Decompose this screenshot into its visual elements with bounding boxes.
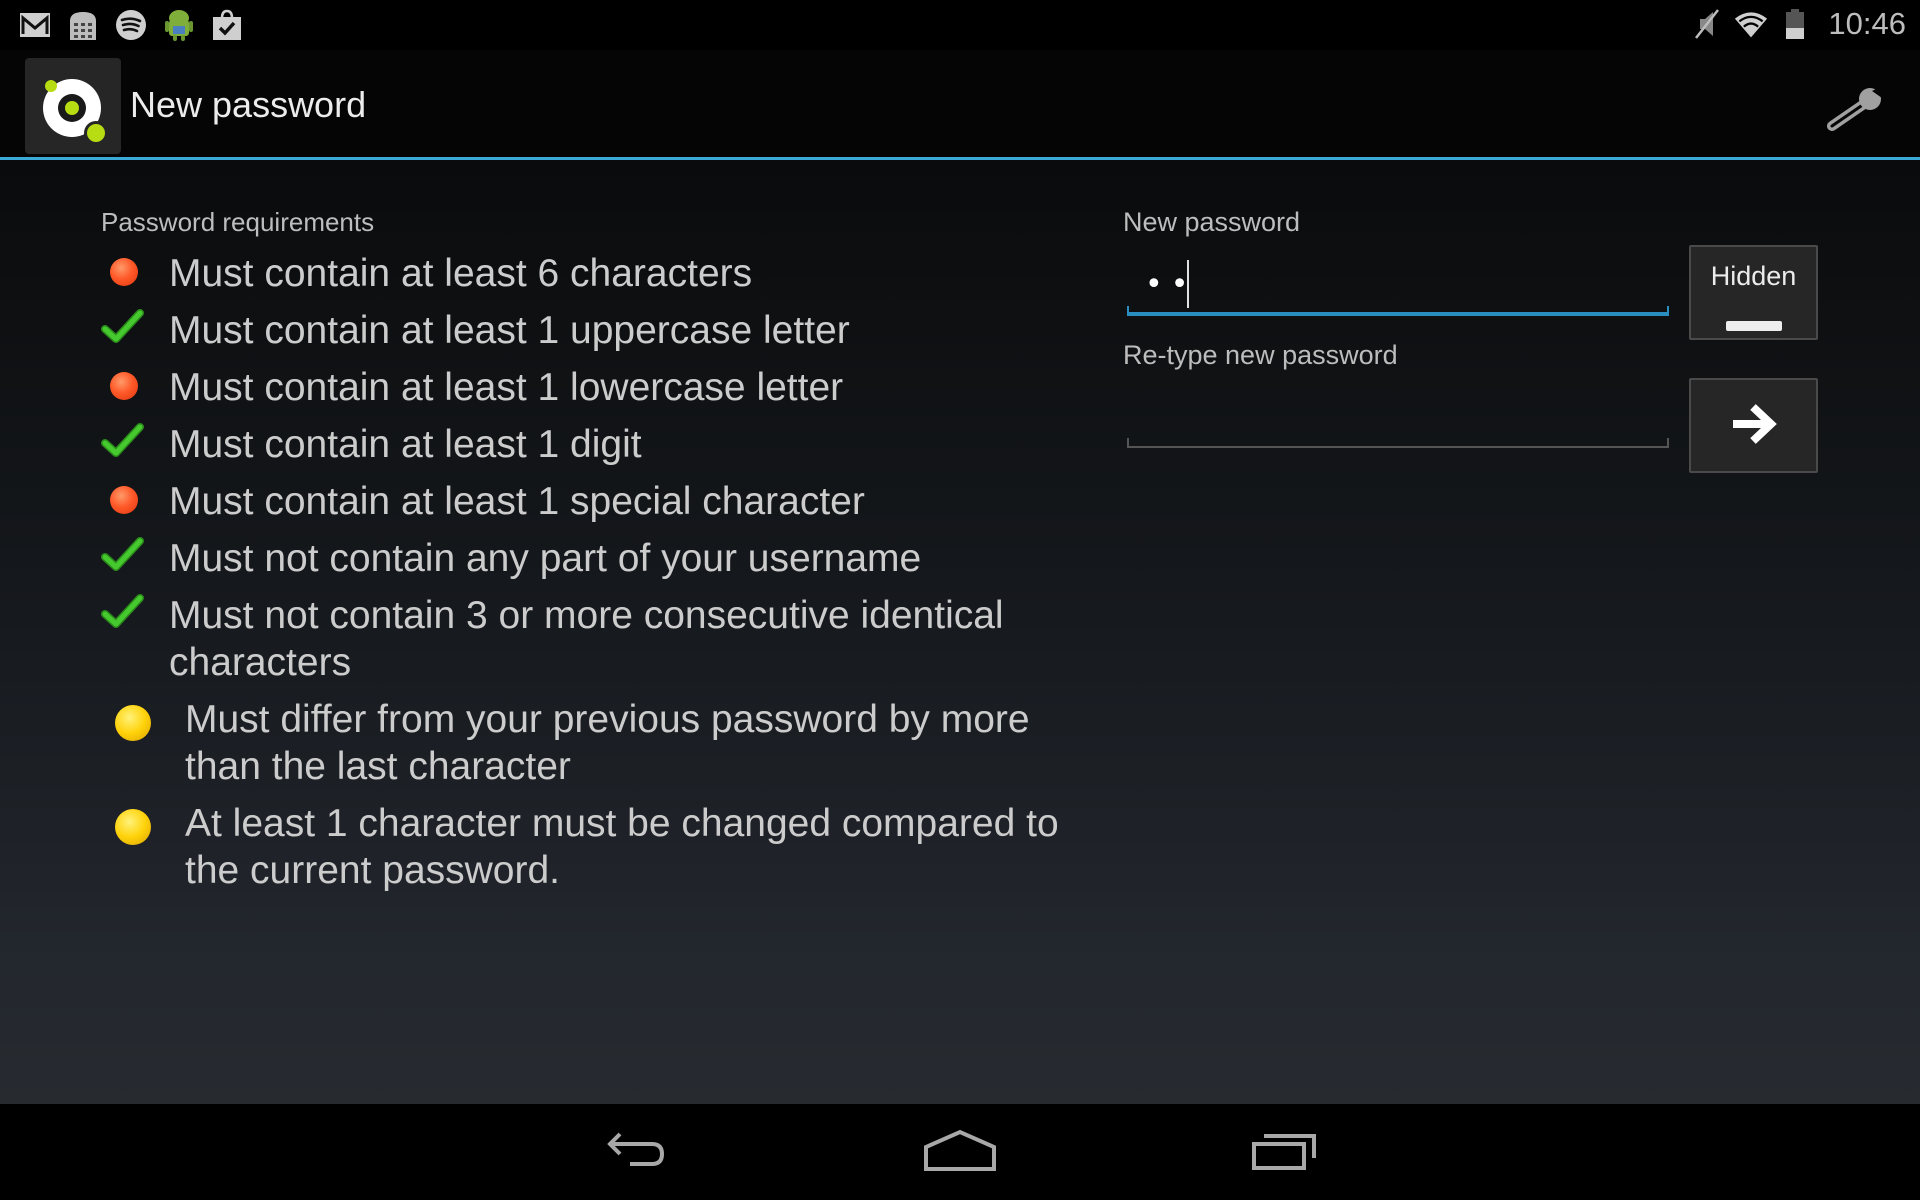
- battery-icon: [1778, 7, 1812, 41]
- retype-password-underline: [1127, 438, 1669, 448]
- clock: 10:46: [1828, 6, 1906, 41]
- submit-button[interactable]: [1689, 378, 1818, 473]
- muted-icon: [1690, 7, 1724, 41]
- gmail-icon: [18, 8, 52, 42]
- navigation-bar: [0, 1104, 1920, 1200]
- requirement-item: Must contain at least 1 digit: [100, 421, 1100, 468]
- recent-apps-button[interactable]: [1240, 1126, 1330, 1178]
- system-icons: 10:46: [1690, 6, 1906, 42]
- requirements-list: Must contain at least 6 characters Must …: [100, 250, 1100, 904]
- new-password-label: New password: [1123, 207, 1301, 237]
- status-bar: 10:46: [0, 0, 1920, 50]
- content-area: Password requirements Must contain at le…: [0, 160, 1920, 1104]
- checkmark-icon: [100, 535, 146, 575]
- home-button[interactable]: [915, 1126, 1005, 1178]
- calculator-icon: [66, 8, 100, 42]
- pending-dot-icon: [115, 705, 151, 741]
- requirement-item: Must contain at least 1 uppercase letter: [100, 307, 1100, 354]
- failed-dot-icon: [110, 486, 138, 514]
- requirement-item: Must contain at least 6 characters: [100, 250, 1100, 297]
- notification-icons: [18, 8, 244, 42]
- failed-dot-icon: [110, 372, 138, 400]
- retype-password-label: Re-type new password: [1123, 340, 1398, 370]
- wrench-icon[interactable]: [1824, 80, 1888, 134]
- checkmark-icon: [100, 421, 146, 461]
- app-logo-icon[interactable]: [25, 58, 121, 154]
- requirement-item: Must contain at least 1 lowercase letter: [100, 364, 1100, 411]
- page-title: New password: [130, 84, 367, 125]
- requirement-item: Must not contain any part of your userna…: [100, 535, 1100, 582]
- requirements-heading: Password requirements: [101, 207, 375, 237]
- wifi-icon: [1734, 7, 1768, 41]
- toggle-indicator: [1726, 321, 1782, 331]
- pending-dot-icon: [115, 809, 151, 845]
- failed-dot-icon: [110, 258, 138, 286]
- shopping-bag-check-icon: [210, 8, 244, 42]
- checkmark-icon: [100, 307, 146, 347]
- requirement-item: At least 1 character must be changed com…: [100, 800, 1100, 894]
- recent-apps-icon: [1250, 1130, 1320, 1174]
- visibility-toggle-button[interactable]: Hidden: [1689, 245, 1818, 340]
- new-password-underline: [1127, 306, 1669, 316]
- checkmark-icon: [100, 592, 146, 632]
- requirement-item: Must differ from your previous password …: [100, 696, 1100, 790]
- android-icon: [162, 8, 196, 42]
- arrow-right-icon: [1729, 402, 1779, 450]
- back-button[interactable]: [590, 1126, 680, 1178]
- spotify-icon: [114, 8, 148, 42]
- back-icon: [600, 1130, 670, 1174]
- text-cursor: [1187, 260, 1189, 308]
- visibility-toggle-label: Hidden: [1710, 261, 1797, 291]
- requirement-item: Must not contain 3 or more consecutive i…: [100, 592, 1100, 686]
- requirement-item: Must contain at least 1 special characte…: [100, 478, 1100, 525]
- home-icon: [922, 1129, 998, 1175]
